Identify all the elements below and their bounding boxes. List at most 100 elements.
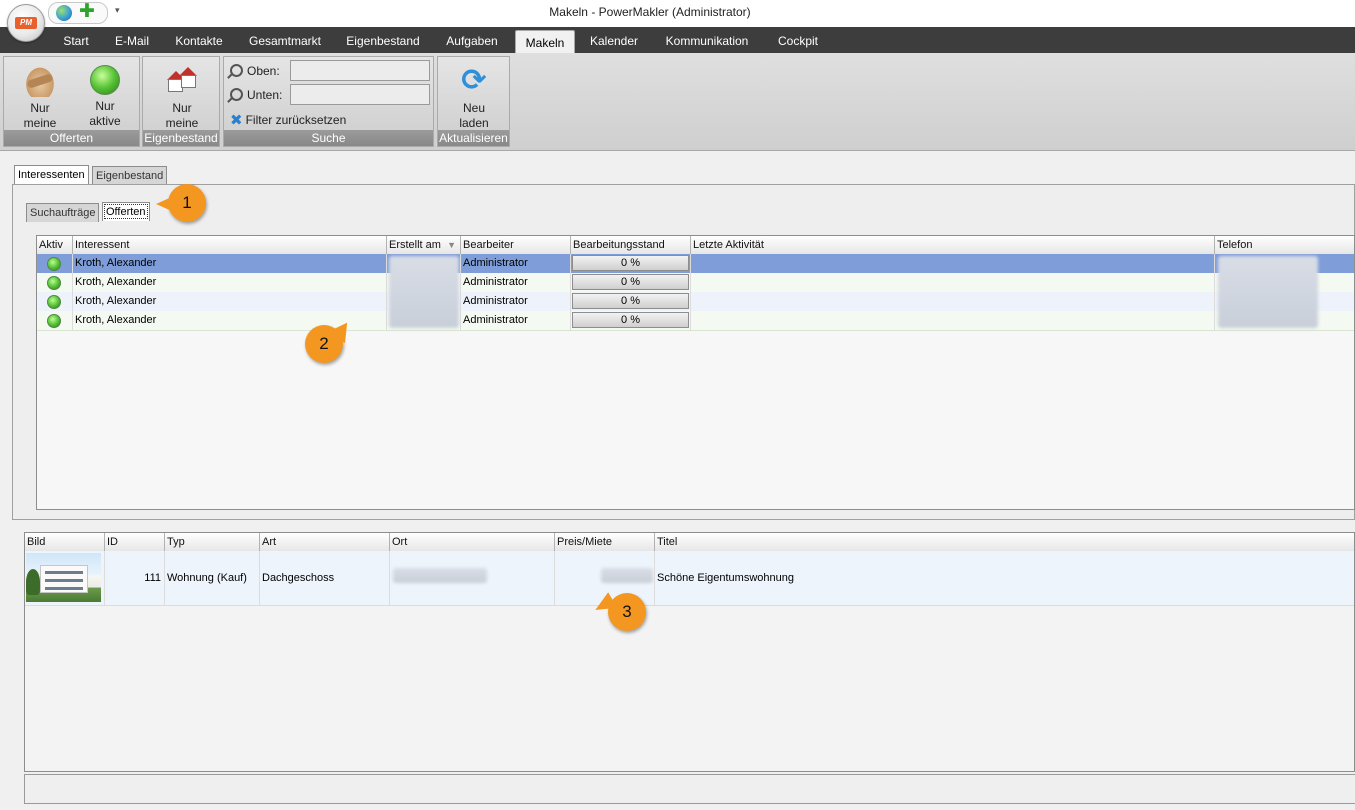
- tab-offerten[interactable]: Offerten: [102, 202, 150, 221]
- typ-cell: Wohnung (Kauf): [165, 551, 260, 605]
- ribbon-group-offerten: Nur meine Nur aktive Offerten: [3, 56, 140, 147]
- letzte-aktivitaet-cell: [691, 311, 1215, 330]
- letzte-aktivitaet-cell: [691, 254, 1215, 273]
- aktiv-cell: [37, 292, 73, 311]
- nur-meine-offerten-button[interactable]: Nur meine: [12, 63, 68, 131]
- tab-eigenbestand[interactable]: Eigenbestand: [338, 27, 428, 53]
- column-header-art[interactable]: Art: [260, 533, 390, 551]
- table-row[interactable]: Kroth, Alexander Administrator 0 %: [37, 254, 1354, 274]
- redacted-preis-block: [601, 568, 653, 583]
- active-status-icon: [47, 314, 61, 328]
- progress-bar: 0 %: [572, 293, 689, 309]
- nur-aktive-button[interactable]: Nur aktive: [77, 63, 133, 129]
- active-status-icon: [47, 295, 61, 309]
- tab-kalender[interactable]: Kalender: [583, 27, 645, 53]
- art-cell: Dachgeschoss: [260, 551, 390, 605]
- column-header-preis-miete[interactable]: Preis/Miete: [555, 533, 655, 551]
- tab-gesamtmarkt[interactable]: Gesamtmarkt: [240, 27, 330, 53]
- ribbon-group-label-aktualisieren: Aktualisieren: [438, 130, 509, 146]
- column-header-bearbeitungsstand[interactable]: Bearbeitungsstand: [571, 236, 691, 254]
- table-row[interactable]: 111 Wohnung (Kauf) Dachgeschoss Schöne E…: [25, 551, 1354, 606]
- letzte-aktivitaet-cell: [691, 273, 1215, 292]
- column-header-aktiv[interactable]: Aktiv: [37, 236, 73, 254]
- column-header-titel[interactable]: Titel: [655, 533, 1354, 551]
- tab-start[interactable]: Start: [52, 27, 100, 53]
- ribbon-group-eigenbestand: Nur meine Eigenbestand: [142, 56, 220, 147]
- tab-kommunikation[interactable]: Kommunikation: [654, 27, 760, 53]
- status-bar: [24, 774, 1355, 804]
- table-row[interactable]: Kroth, Alexander Administrator 0 %: [37, 292, 1354, 312]
- tab-cockpit[interactable]: Cockpit: [768, 27, 828, 53]
- ort-cell: [390, 551, 555, 605]
- column-header-id[interactable]: ID: [105, 533, 165, 551]
- handshake-icon: [24, 65, 56, 97]
- customize-toolbar-chevron-icon[interactable]: ▾: [115, 5, 120, 16]
- active-status-icon: [47, 276, 61, 290]
- tab-kontakte[interactable]: Kontakte: [166, 27, 232, 53]
- column-header-bild[interactable]: Bild: [25, 533, 105, 551]
- redacted-ort-block: [393, 568, 487, 583]
- bearbeiter-cell: Administrator: [461, 254, 571, 273]
- unten-label: Unten:: [247, 88, 283, 102]
- oben-search-input[interactable]: [290, 60, 430, 81]
- magnifier-icon: [230, 64, 243, 77]
- aktiv-cell: [37, 311, 73, 330]
- filter-reset-label: Filter zurücksetzen: [245, 113, 347, 127]
- ribbon-group-label-offerten: Offerten: [4, 130, 139, 146]
- progress-bar: 0 %: [572, 274, 689, 290]
- globe-icon[interactable]: [56, 5, 72, 21]
- tab-interessenten[interactable]: Interessenten: [14, 165, 89, 184]
- grid-header: Aktiv Interessent Erstellt am ▼ Bearbeit…: [37, 236, 1354, 255]
- bearbeitungsstand-cell: 0 %: [571, 292, 691, 311]
- column-header-erstellt-am-label: Erstellt am: [389, 239, 441, 251]
- callout-2: 2: [305, 325, 343, 363]
- column-header-erstellt-am[interactable]: Erstellt am ▼: [387, 236, 461, 254]
- unten-search-input[interactable]: [290, 84, 430, 105]
- aktiv-cell: [37, 273, 73, 292]
- column-header-typ[interactable]: Typ: [165, 533, 260, 551]
- nur-meine-label-line2: meine: [23, 116, 57, 130]
- column-header-bearbeiter[interactable]: Bearbeiter: [461, 236, 571, 254]
- neu-laden-button[interactable]: ⟳ Neu laden: [446, 63, 502, 131]
- column-header-interessent[interactable]: Interessent: [73, 236, 387, 254]
- houses-icon: [166, 65, 198, 97]
- nur-aktive-label-line2: aktive: [89, 114, 121, 128]
- tab-email[interactable]: E-Mail: [106, 27, 158, 53]
- table-row[interactable]: Kroth, Alexander Administrator 0 %: [37, 311, 1354, 331]
- column-header-ort[interactable]: Ort: [390, 533, 555, 551]
- active-status-icon: [47, 257, 61, 271]
- interessent-cell: Kroth, Alexander: [73, 254, 387, 273]
- nur-meine-eigenbestand-button[interactable]: Nur meine: [154, 63, 210, 131]
- title-bar: Makeln - PowerMakler (Administrator): [0, 0, 1355, 27]
- column-header-telefon[interactable]: Telefon: [1215, 236, 1354, 254]
- callout-1: 1: [156, 184, 206, 222]
- column-header-letzte-aktivitaet[interactable]: Letzte Aktivität: [691, 236, 1215, 254]
- quick-access-toolbar: ✚: [48, 2, 108, 24]
- search-top-row: Oben:: [230, 64, 280, 78]
- clear-filter-icon: ✖: [230, 112, 243, 129]
- neu-laden-label-line1: Neu: [462, 101, 485, 115]
- redacted-date-block: [389, 256, 459, 328]
- ribbon-panel: Nur meine Nur aktive Offerten Nur meine …: [0, 53, 1355, 151]
- interessenten-grid: Aktiv Interessent Erstellt am ▼ Bearbeit…: [36, 235, 1355, 510]
- progress-bar: 0 %: [572, 255, 689, 271]
- oben-label: Oben:: [247, 64, 280, 78]
- ribbon-tab-bar: Start E-Mail Kontakte Gesamtmarkt Eigenb…: [0, 27, 1355, 54]
- table-row[interactable]: Kroth, Alexander Administrator 0 %: [37, 273, 1354, 293]
- search-bottom-row: Unten:: [230, 88, 282, 102]
- redacted-phone-block: [1218, 256, 1318, 328]
- tab-aufgaben[interactable]: Aufgaben: [436, 27, 508, 53]
- bearbeitungsstand-cell: 0 %: [571, 311, 691, 330]
- callout-3: 3: [608, 593, 646, 631]
- tab-suchauftraege[interactable]: Suchaufträge: [26, 203, 100, 222]
- nur-aktive-label-line1: Nur: [95, 99, 115, 113]
- green-status-icon: [90, 65, 120, 95]
- interessent-cell: Kroth, Alexander: [73, 273, 387, 292]
- tab-eigenbestand-list[interactable]: Eigenbestand: [92, 166, 168, 184]
- id-cell: 111: [105, 551, 165, 605]
- tab-makeln[interactable]: Makeln: [515, 30, 575, 54]
- application-menu-button[interactable]: PM: [7, 4, 45, 42]
- sort-descending-icon: ▼: [447, 240, 456, 250]
- filter-reset-button[interactable]: ✖ Filter zurücksetzen: [230, 111, 346, 129]
- add-icon[interactable]: ✚: [79, 2, 95, 22]
